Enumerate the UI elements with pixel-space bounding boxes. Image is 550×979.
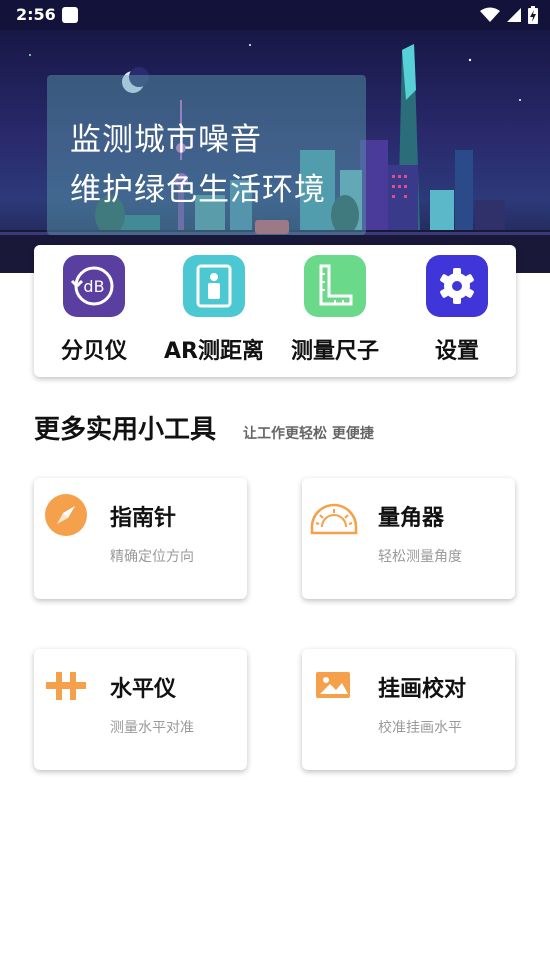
notification-square-icon [62, 7, 78, 23]
status-time: 2:56 [16, 5, 56, 24]
tool-card-picture-frame[interactable]: 挂画校对 校准挂画水平 [302, 649, 515, 770]
battery-charging-icon [528, 6, 538, 24]
tool-description: 轻松测量角度 [378, 549, 462, 565]
tool-title: 水平仪 [110, 677, 177, 702]
section-subtitle: 让工作更轻松 更便捷 [243, 426, 374, 442]
protractor-icon [310, 503, 358, 535]
quick-tool-label: AR测距离 [164, 339, 264, 364]
quick-tools-card: dB 分贝仪 AR测距离 测量尺子 设置 [34, 245, 516, 377]
signal-icon [507, 8, 521, 22]
hero-banner[interactable]: 监测城市噪音 维护绿色生活环境 [0, 30, 550, 273]
compass-icon [45, 494, 87, 536]
gear-icon [426, 255, 488, 317]
wifi-icon [480, 7, 500, 22]
tool-description: 精确定位方向 [110, 549, 194, 565]
section-title: 更多实用小工具 [34, 415, 217, 445]
quick-tool-ar-distance[interactable]: AR测距离 [154, 255, 274, 365]
picture-frame-icon [316, 672, 350, 698]
tool-description: 测量水平对准 [110, 720, 194, 736]
tool-card-level[interactable]: 水平仪 测量水平对准 [34, 649, 247, 770]
tool-description: 校准挂画水平 [378, 720, 462, 736]
status-icons [480, 6, 538, 24]
quick-tool-settings[interactable]: 设置 [397, 255, 517, 365]
banner-headline: 监测城市噪音 [70, 122, 262, 158]
quick-tool-decibel-meter[interactable]: dB 分贝仪 [34, 255, 154, 365]
banner-subheadline: 维护绿色生活环境 [70, 172, 326, 208]
decibel-icon-text: dB [83, 277, 104, 296]
tool-title: 挂画校对 [378, 677, 467, 702]
decibel-meter-icon: dB [63, 255, 125, 317]
tool-card-compass[interactable]: 指南针 精确定位方向 [34, 478, 247, 599]
level-icon [46, 672, 86, 700]
tool-card-protractor[interactable]: 量角器 轻松测量角度 [302, 478, 515, 599]
tool-title: 量角器 [378, 506, 445, 531]
ruler-icon [304, 255, 366, 317]
tool-title: 指南针 [110, 506, 177, 531]
quick-tool-ruler[interactable]: 测量尺子 [275, 255, 395, 365]
quick-tool-label: 测量尺子 [290, 339, 379, 364]
quick-tool-label: 分贝仪 [60, 339, 127, 364]
status-bar: 2:56 [0, 0, 550, 30]
quick-tool-label: 设置 [434, 339, 479, 364]
ar-distance-icon [183, 255, 245, 317]
